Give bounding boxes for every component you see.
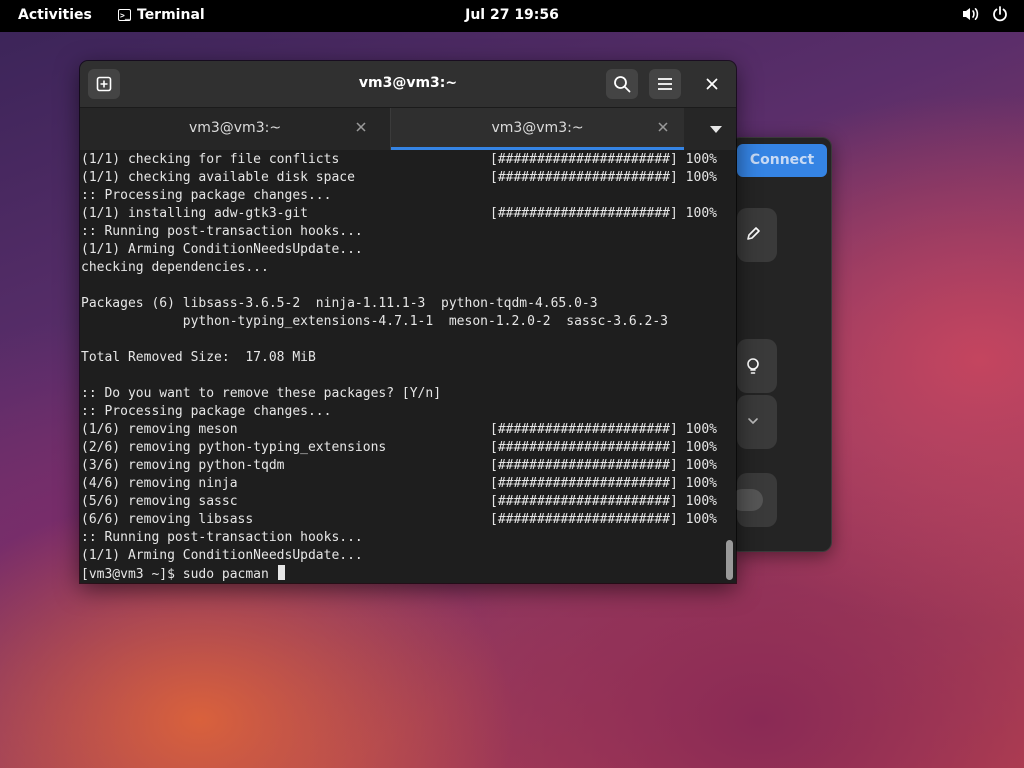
header-bar: vm3@vm3:~ <box>80 61 736 107</box>
line-text: checking dependencies... <box>81 260 269 275</box>
app-name: Terminal <box>137 7 205 23</box>
chevron-down-icon <box>748 418 758 425</box>
hint-tile[interactable] <box>737 339 777 393</box>
clock-button[interactable]: Jul 27 19:56 <box>465 7 559 23</box>
tab-label: vm3@vm3:~ <box>491 120 584 136</box>
progress-text: [######################] 100% <box>490 440 717 455</box>
line-text: Packages (6) libsass-3.6.5-2 ninja-1.11.… <box>81 296 598 311</box>
edit-tile[interactable] <box>737 208 777 262</box>
terminal-line: python-typing_extensions-4.7.1-1 meson-1… <box>81 313 668 331</box>
line-text: :: Do you want to remove these packages?… <box>81 386 442 401</box>
progress-text: [######################] 100% <box>490 476 717 491</box>
menu-button[interactable] <box>649 69 681 99</box>
progress-text: [######################] 100% <box>490 422 717 437</box>
close-tab-icon[interactable] <box>354 120 368 134</box>
progress-text: [######################] 100% <box>490 170 717 185</box>
progress-text: [######################] 100% <box>490 494 717 509</box>
close-tab-icon[interactable] <box>656 120 670 134</box>
tab-1[interactable]: vm3@vm3:~ <box>80 108 391 150</box>
tab-2[interactable]: vm3@vm3:~ <box>391 108 684 150</box>
terminal-line: :: Running post-transaction hooks... <box>81 223 363 241</box>
line-text: (1/1) checking available disk space <box>81 170 355 185</box>
terminal-line: (1/1) checking for file conflicts [######… <box>81 151 717 169</box>
terminal-line: (1/6) removing meson [###################… <box>81 421 717 439</box>
line-text: :: Running post-transaction hooks... <box>81 530 363 545</box>
line-text: (5/6) removing sassc <box>81 494 238 509</box>
tabs-dropdown-icon[interactable] <box>708 122 724 136</box>
terminal-line: (2/6) removing python-typing_extensions [… <box>81 439 717 457</box>
dropdown-tile[interactable] <box>737 395 777 449</box>
terminal-line: (6/6) removing libsass [#################… <box>81 511 717 529</box>
power-icon <box>992 6 1008 22</box>
terminal-line: Packages (6) libsass-3.6.5-2 ninja-1.11.… <box>81 295 598 313</box>
terminal-line: :: Processing package changes... <box>81 187 331 205</box>
progress-text: [######################] 100% <box>490 206 717 221</box>
progress-text: [######################] 100% <box>490 152 717 167</box>
activities-button[interactable]: Activities <box>18 7 92 23</box>
connect-button[interactable]: Connect <box>737 144 827 177</box>
tab-bar: vm3@vm3:~ vm3@vm3:~ <box>80 107 736 150</box>
tab-label: vm3@vm3:~ <box>188 120 282 136</box>
line-text: (1/1) installing adw-gtk3-git <box>81 206 308 221</box>
scrollbar[interactable] <box>726 540 733 580</box>
search-button[interactable] <box>606 69 638 99</box>
top-bar: Activities >_ Terminal Jul 27 19:56 <box>0 0 1024 32</box>
pencil-icon <box>747 227 760 240</box>
line-text: (1/1) checking for file conflicts <box>81 152 340 167</box>
terminal-line: :: Do you want to remove these packages?… <box>81 385 441 403</box>
close-button[interactable] <box>702 74 722 94</box>
terminal-line: (1/1) Arming ConditionNeedsUpdate... <box>81 547 363 565</box>
toggle-tile[interactable] <box>731 473 777 527</box>
terminal-line: checking dependencies... <box>81 259 269 277</box>
line-text: (3/6) removing python-tqdm <box>81 458 285 473</box>
command-prompt[interactable]: [vm3@vm3 ~]$ sudo pacman <box>81 565 285 583</box>
close-icon <box>706 78 718 90</box>
terminal-line: Total Removed Size: 17.08 MiB <box>81 349 316 367</box>
terminal-icon: >_ <box>118 9 131 21</box>
line-text: :: Processing package changes... <box>81 188 332 203</box>
prompt-text: [vm3@vm3 ~]$ sudo pacman <box>81 567 277 582</box>
terminal-line: (1/1) Arming ConditionNeedsUpdate... <box>81 241 363 259</box>
line-text: python-typing_extensions-4.7.1-1 meson-1… <box>81 314 668 329</box>
line-text: (1/1) Arming ConditionNeedsUpdate... <box>81 242 363 257</box>
app-menu-button[interactable]: >_ Terminal <box>118 7 205 23</box>
lightbulb-icon <box>747 358 759 374</box>
line-text: :: Processing package changes... <box>81 404 332 419</box>
terminal-window: vm3@vm3:~ vm3@vm3:~ vm3@vm3:~ (1/1) chec… <box>80 61 736 583</box>
terminal-output[interactable]: (1/1) checking for file conflicts [######… <box>80 150 736 583</box>
line-text: (4/6) removing ninja <box>81 476 238 491</box>
terminal-line: (1/1) checking available disk space [####… <box>81 169 717 187</box>
progress-text: [######################] 100% <box>490 512 717 527</box>
background-dialog: Connect <box>730 137 832 552</box>
terminal-line: :: Processing package changes... <box>81 403 331 421</box>
line-text: (2/6) removing python-typing_extensions <box>81 440 387 455</box>
terminal-line: (1/1) installing adw-gtk3-git [##########… <box>81 205 717 223</box>
terminal-line: (5/6) removing sassc [###################… <box>81 493 717 511</box>
system-menu-button[interactable] <box>962 6 1008 22</box>
search-icon <box>614 76 631 93</box>
terminal-line: (3/6) removing python-tqdm [#############… <box>81 457 717 475</box>
line-text: (6/6) removing libsass <box>81 512 254 527</box>
terminal-line: :: Running post-transaction hooks... <box>81 529 363 547</box>
line-text: (1/6) removing meson <box>81 422 238 437</box>
new-tab-button[interactable] <box>88 69 120 99</box>
volume-icon <box>962 6 980 22</box>
line-text: Total Removed Size: 17.08 MiB <box>81 350 316 365</box>
progress-text: [######################] 100% <box>490 458 717 473</box>
line-text: :: Running post-transaction hooks... <box>81 224 363 239</box>
menu-icon <box>658 78 672 90</box>
terminal-line: (4/6) removing ninja [###################… <box>81 475 717 493</box>
text-cursor <box>277 565 285 580</box>
new-tab-icon <box>96 76 112 92</box>
line-text: (1/1) Arming ConditionNeedsUpdate... <box>81 548 363 563</box>
